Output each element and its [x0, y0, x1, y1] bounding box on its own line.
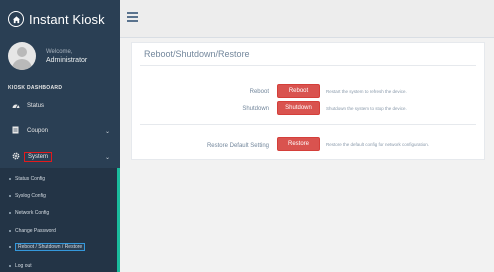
welcome-text: Welcome, — [46, 48, 73, 55]
submenu-item-status-config[interactable]: Status Config — [9, 176, 45, 182]
system-submenu: Status Config Syslog Config Network Conf… — [0, 168, 120, 272]
coupon-icon — [11, 126, 20, 136]
sidebar-item-system[interactable]: System ⌄ — [0, 150, 120, 164]
submenu-item-network-config[interactable]: Network Config — [9, 210, 49, 216]
reboot-label: Reboot — [249, 89, 269, 95]
submenu-item-syslog-config[interactable]: Syslog Config — [9, 193, 46, 199]
home-icon — [8, 11, 24, 27]
shutdown-description: Shutdown the system to stop the device. — [326, 106, 407, 111]
submenu-item-reboot-shutdown-restore[interactable]: Reboot / Shutdown / Restore — [9, 243, 86, 251]
restore-description: Restore the default config for network c… — [326, 142, 430, 147]
menu-toggle-icon[interactable] — [127, 12, 138, 22]
sidebar-item-coupon[interactable]: Coupon ⌄ — [0, 124, 120, 138]
app-title: Instant Kiosk — [29, 11, 105, 27]
avatar — [8, 42, 36, 70]
profile: Welcome, Administrator — [8, 42, 87, 70]
sidebar: Instant Kiosk Welcome, Administrator KIO… — [0, 0, 120, 272]
divider — [140, 124, 476, 125]
top-navbar — [120, 0, 494, 38]
main-panel: Reboot/Shutdown/Restore Reboot Reboot Re… — [131, 42, 485, 160]
sidebar-item-label: Coupon — [27, 128, 49, 134]
username: Administrator — [46, 56, 88, 64]
chevron-down-icon: ⌄ — [104, 154, 110, 161]
sidebar-section-title: KIOSK DASHBOARD — [8, 85, 63, 91]
reboot-button[interactable]: Reboot — [277, 84, 320, 98]
sidebar-item-label: System — [24, 152, 53, 162]
submenu-item-logout[interactable]: Log out — [9, 263, 32, 269]
shutdown-button[interactable]: Shutdown — [277, 101, 320, 115]
submenu-item-change-password[interactable]: Change Password — [9, 228, 56, 234]
brand[interactable]: Instant Kiosk — [0, 0, 120, 38]
divider — [140, 65, 476, 66]
restore-button[interactable]: Restore — [277, 137, 320, 151]
page-title: Reboot/Shutdown/Restore — [144, 49, 250, 59]
dashboard-icon — [11, 102, 20, 111]
gear-icon — [11, 152, 20, 162]
restore-label: Restore Default Setting — [206, 143, 269, 149]
reboot-description: Restart the system to refresh the device… — [326, 89, 407, 94]
chevron-down-icon: ⌄ — [104, 128, 110, 135]
sidebar-item-status[interactable]: Status — [0, 99, 120, 113]
shutdown-label: Shutdown — [242, 106, 269, 112]
sidebar-item-label: Status — [27, 103, 45, 109]
